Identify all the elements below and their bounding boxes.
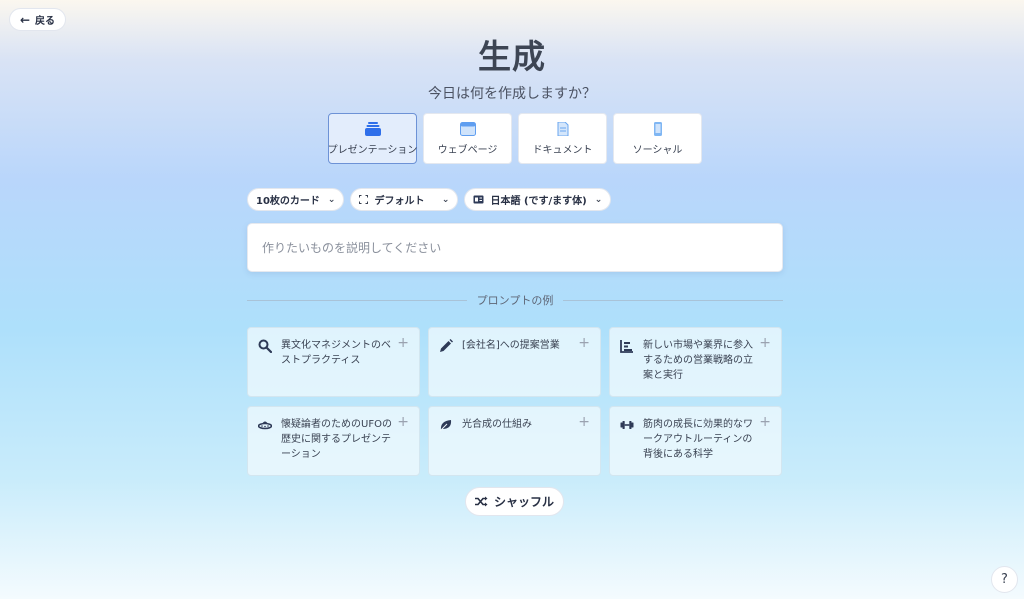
- card-count-value: 10枚のカード: [256, 196, 320, 207]
- example-text: 筋肉の成長に効果的なワークアウトルーティンの背後にある科学: [643, 419, 753, 460]
- plus-icon[interactable]: +: [578, 336, 590, 350]
- back-label: 戻る: [35, 16, 56, 27]
- pencil-icon: [440, 339, 453, 352]
- shuffle-icon: [474, 496, 488, 507]
- type-label: プレゼンテーション: [327, 144, 418, 156]
- chevron-down-icon: ⌄: [441, 194, 450, 205]
- type-label: ドキュメント: [532, 144, 593, 156]
- example-text: 懐疑論者のためのUFOの歴史に関するプレゼンテーション: [281, 419, 392, 460]
- language-icon: [473, 195, 484, 204]
- ufo-icon: [258, 421, 272, 430]
- prompt-field[interactable]: [247, 223, 783, 272]
- social-icon: [653, 121, 662, 136]
- leaf-icon: [439, 420, 452, 432]
- example-card[interactable]: [会社名]への提案営業 +: [428, 327, 601, 397]
- card-count-dropdown[interactable]: 10枚のカード ⌄: [247, 188, 345, 211]
- divider-line: [563, 299, 784, 301]
- language-dropdown[interactable]: 日本語 (です/ます体) ⌄: [464, 188, 612, 211]
- content-type-selector: プレゼンテーション ウェブページ ドキュメント ソーシャル: [328, 113, 702, 164]
- example-text: 新しい市場や業界に参入するための営業戦略の立案と実行: [643, 340, 753, 381]
- chevron-down-icon: ⌄: [594, 194, 603, 205]
- type-presentation[interactable]: プレゼンテーション: [328, 113, 417, 164]
- theme-value: デフォルト: [374, 196, 425, 207]
- divider-line: [247, 299, 467, 301]
- page-title: 生成: [478, 37, 546, 76]
- example-card[interactable]: 新しい市場や業界に参入するための営業戦略の立案と実行 +: [609, 327, 782, 397]
- example-text: [会社名]への提案営業: [462, 340, 560, 351]
- type-social[interactable]: ソーシャル: [613, 113, 702, 164]
- type-label: ウェブページ: [437, 144, 498, 156]
- example-card[interactable]: 懐疑論者のためのUFOの歴史に関するプレゼンテーション +: [247, 406, 420, 476]
- shuffle-label: シャッフル: [493, 495, 554, 509]
- page-subtitle: 今日は何を作成しますか？: [428, 86, 596, 102]
- theme-dropdown[interactable]: デフォルト ⌄: [350, 188, 459, 211]
- plus-icon[interactable]: +: [759, 415, 771, 429]
- language-value: 日本語 (です/ます体): [490, 196, 587, 207]
- plus-icon[interactable]: +: [578, 415, 590, 429]
- search-icon: [258, 339, 272, 353]
- type-webpage[interactable]: ウェブページ: [423, 113, 512, 164]
- options-bar: 10枚のカード ⌄ デフォルト ⌄ 日本語 (です/ます体) ⌄: [247, 188, 612, 211]
- presentation-icon: [364, 121, 381, 136]
- examples-divider: プロンプトの例: [247, 292, 784, 308]
- shuffle-button[interactable]: シャッフル: [465, 487, 564, 516]
- example-prompts: 異文化マネジメントのベストプラクティス + [会社名]への提案営業 + 新しい市…: [247, 327, 783, 476]
- back-button[interactable]: ← 戻る: [9, 8, 66, 31]
- chart-bars-icon: [620, 340, 633, 353]
- type-label: ソーシャル: [632, 144, 683, 156]
- document-icon: [557, 121, 568, 136]
- plus-icon[interactable]: +: [397, 415, 409, 429]
- prompt-input[interactable]: [262, 240, 768, 255]
- example-text: 異文化マネジメントのベストプラクティス: [281, 340, 391, 366]
- examples-heading: プロンプトの例: [476, 294, 554, 307]
- plus-icon[interactable]: +: [397, 336, 409, 350]
- frame-icon: [359, 195, 369, 204]
- example-text: 光合成の仕組み: [462, 419, 532, 430]
- example-card[interactable]: 光合成の仕組み +: [428, 406, 601, 476]
- help-button[interactable]: ?: [991, 566, 1018, 593]
- question-mark-icon: ?: [1001, 572, 1008, 587]
- plus-icon[interactable]: +: [759, 336, 771, 350]
- chevron-down-icon: ⌄: [327, 194, 336, 205]
- arrow-left-icon: ←: [19, 12, 31, 27]
- example-card[interactable]: 異文化マネジメントのベストプラクティス +: [247, 327, 420, 397]
- type-document[interactable]: ドキュメント: [518, 113, 607, 164]
- example-card[interactable]: 筋肉の成長に効果的なワークアウトルーティンの背後にある科学 +: [609, 406, 782, 476]
- dumbbell-icon: [620, 421, 634, 429]
- webpage-icon: [459, 121, 476, 136]
